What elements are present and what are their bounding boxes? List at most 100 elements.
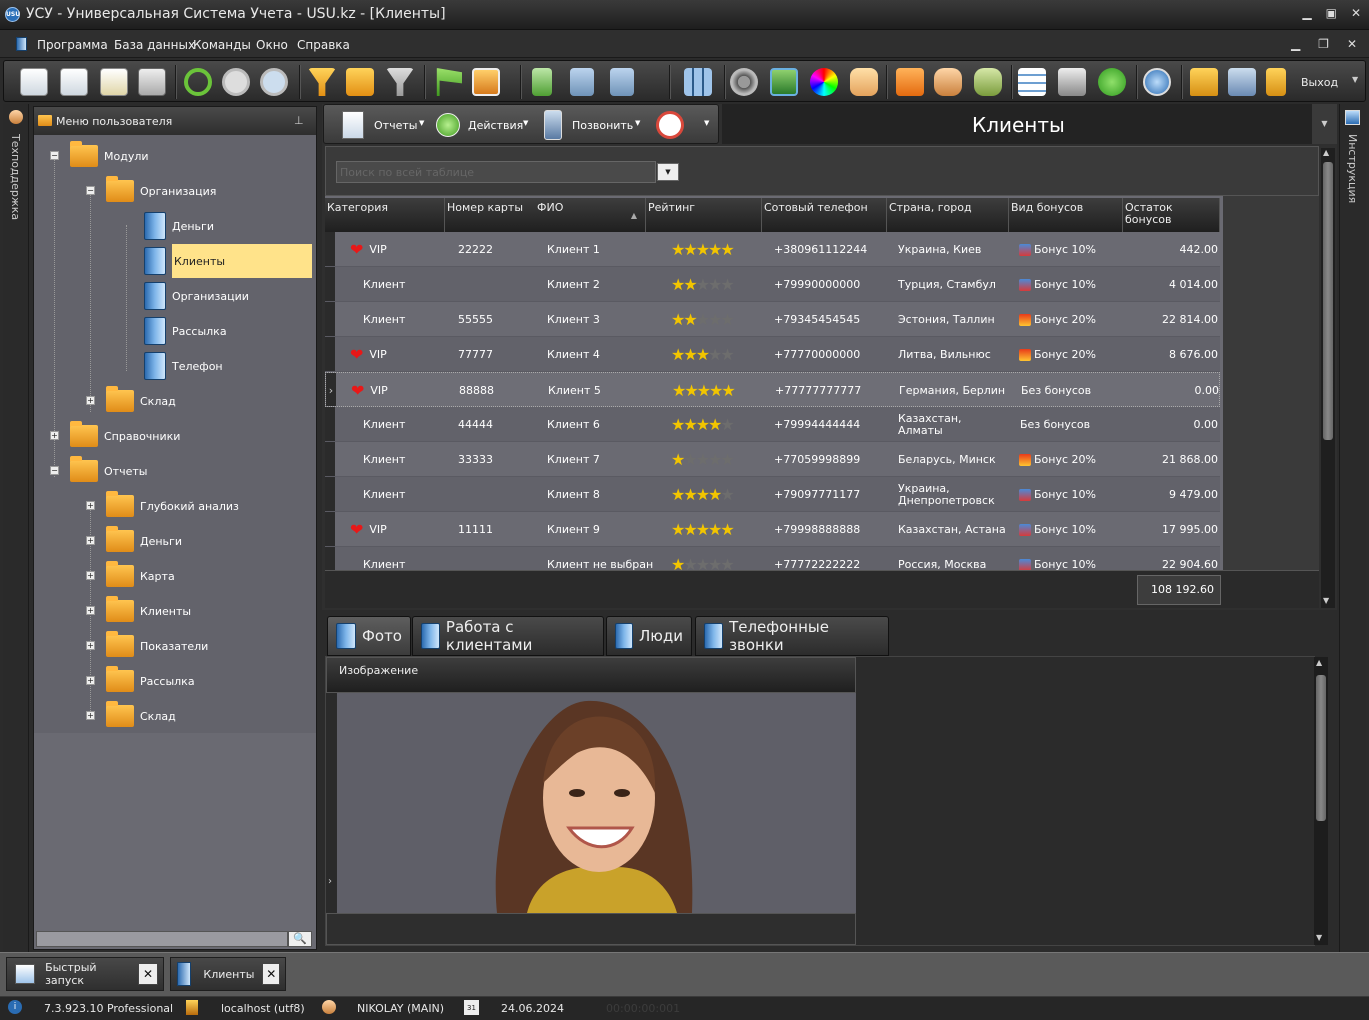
exit-icon[interactable] <box>1266 68 1286 96</box>
tree-expander-icon[interactable]: − <box>50 151 59 160</box>
filter-icon[interactable] <box>308 68 336 96</box>
tree-item[interactable]: Телефон <box>144 349 223 383</box>
tree-expander-icon[interactable]: + <box>86 501 95 510</box>
column-header[interactable]: Рейтинг <box>646 198 762 232</box>
tree-expand-icon[interactable] <box>570 68 594 96</box>
user-icon[interactable] <box>934 68 962 96</box>
row-selector[interactable] <box>325 267 335 301</box>
row-selector[interactable] <box>325 337 335 371</box>
table-search-input[interactable]: Поиск по всей таблице <box>336 161 656 183</box>
grid-view-icon[interactable] <box>684 68 712 96</box>
actions-button[interactable]: Действия <box>468 119 523 132</box>
tree-expander-icon[interactable]: + <box>86 536 95 545</box>
tree-search-icon[interactable]: 🔍 <box>288 931 312 947</box>
tree-item[interactable]: Рассылка <box>106 664 195 698</box>
tree-expander-icon[interactable]: + <box>86 676 95 685</box>
tree-item[interactable]: Организация <box>106 174 216 208</box>
maximize-icon[interactable]: ▣ <box>1326 6 1337 20</box>
menu-help[interactable]: Справка <box>297 38 350 52</box>
tree-item[interactable]: Склад <box>106 699 176 733</box>
tree-item[interactable]: Клиенты <box>106 594 191 628</box>
detail-tab[interactable]: Фото <box>327 616 411 656</box>
taskbar-tab-quick-launch[interactable]: Быстрый запуск ✕ <box>6 957 164 991</box>
search-dropdown-icon[interactable]: ▼ <box>657 163 679 181</box>
refresh-icon[interactable] <box>184 68 212 96</box>
flag-icon[interactable] <box>436 68 462 96</box>
module-menu-icon[interactable]: ▼ <box>1312 104 1337 144</box>
table-row[interactable]: Клиент 55555 Клиент 3 ★ ★ ★ ★ ★ +79345454545 Эсто… <box>325 302 1220 337</box>
column-header[interactable]: Категория <box>325 198 445 232</box>
table-row[interactable]: Клиент 33333 Клиент 7 ★ ★ ★ ★ ★ +77059998899 Бела… <box>325 442 1220 477</box>
rss-icon[interactable] <box>896 68 924 96</box>
scroll-down-icon[interactable]: ▼ <box>1323 596 1329 605</box>
row-selector[interactable] <box>325 547 335 570</box>
print-icon[interactable] <box>1058 68 1086 96</box>
edit-record-icon[interactable] <box>100 68 128 96</box>
tree-item[interactable]: Отчеты <box>70 454 147 488</box>
tree-expander-icon[interactable]: + <box>86 396 95 405</box>
detail-tab[interactable]: Работа с клиентами <box>412 616 604 656</box>
new-record-icon[interactable] <box>20 68 48 96</box>
close-quick-launch-icon[interactable]: ✕ <box>137 963 158 985</box>
table-row[interactable]: Клиент Клиент 2 ★ ★ ★ ★ ★ +79990000000 Турция, С… <box>325 267 1220 302</box>
row-selector[interactable] <box>325 407 335 441</box>
settings-gear-icon[interactable] <box>730 68 758 96</box>
table-row[interactable]: ❤ VIP 77777 Клиент 4 ★ ★ ★ ★ ★ +77770000000 Литва,… <box>325 337 1220 372</box>
search-icon[interactable] <box>222 68 250 96</box>
tree-item[interactable]: Карта <box>106 559 175 593</box>
tree-item[interactable]: Склад <box>106 384 176 418</box>
row-selector[interactable]: › <box>326 373 336 406</box>
tree-item[interactable]: Показатели <box>106 629 208 663</box>
export-arrow-icon[interactable] <box>1098 68 1126 96</box>
support-tab[interactable]: Техподдержка <box>9 134 22 220</box>
column-header[interactable]: Вид бонусов <box>1009 198 1123 232</box>
detail-scroll-down-icon[interactable]: ▼ <box>1316 933 1322 942</box>
scroll-up-icon[interactable]: ▲ <box>1323 148 1329 157</box>
table-row[interactable]: › ❤ VIP 88888 Клиент 5 ★ ★ ★ ★ ★ +77777777777 Герма… <box>325 372 1220 407</box>
menu-program[interactable]: Программа <box>37 38 108 52</box>
tree-item[interactable]: Клиенты <box>144 244 312 278</box>
delete-record-icon[interactable] <box>138 68 166 96</box>
reports-button[interactable]: Отчеты <box>374 119 417 132</box>
table-row[interactable]: Клиент Клиент не выбран ★ ★ ★ ★ ★ +77772222222 Р… <box>325 547 1220 571</box>
tree-expander-icon[interactable]: + <box>86 641 95 650</box>
tree-collapse-icon[interactable] <box>610 68 634 96</box>
tree-expander-icon[interactable]: + <box>50 431 59 440</box>
clear-filter-icon[interactable] <box>386 68 414 96</box>
tree-expander-icon[interactable]: − <box>86 186 95 195</box>
grid-scroll-thumb[interactable] <box>1323 162 1333 440</box>
menu-window[interactable]: Окно <box>256 38 288 52</box>
tree-expander-icon[interactable]: + <box>86 571 95 580</box>
clock-icon[interactable] <box>656 111 684 139</box>
plugin-icon[interactable] <box>1228 68 1256 96</box>
table-row[interactable]: Клиент Клиент 8 ★ ★ ★ ★ ★ +79097771177 Украина, … <box>325 477 1220 512</box>
minimize-icon[interactable]: ▁ <box>1302 6 1311 20</box>
info-icon[interactable] <box>1143 68 1171 96</box>
detail-scroll-up-icon[interactable]: ▲ <box>1316 658 1322 667</box>
detail-tab[interactable]: Люди <box>606 616 692 656</box>
tree-item[interactable]: Глубокий анализ <box>106 489 239 523</box>
grid-scrollbar[interactable]: ▲ ▼ <box>1321 148 1335 608</box>
call-button[interactable]: Позвонить <box>572 119 633 132</box>
tree-expander-icon[interactable]: + <box>86 606 95 615</box>
table-row[interactable]: ❤ VIP 11111 Клиент 9 ★ ★ ★ ★ ★ +79998888888 Казахс… <box>325 512 1220 547</box>
tree-item[interactable]: Организации <box>144 279 249 313</box>
table-row[interactable]: ❤ VIP 22222 Клиент 1 ★ ★ ★ ★ ★ +380961112244 Украи… <box>325 232 1220 267</box>
detail-scroll-thumb[interactable] <box>1316 675 1326 821</box>
menu-database[interactable]: База данных <box>114 38 195 52</box>
image-icon[interactable] <box>472 68 500 96</box>
lock-icon[interactable] <box>1190 68 1218 96</box>
row-selector[interactable] <box>325 477 335 511</box>
users-group-icon[interactable] <box>974 68 1002 96</box>
column-header[interactable]: Сотовый телефон <box>762 198 887 232</box>
tree-expander-icon[interactable]: + <box>86 711 95 720</box>
advanced-search-icon[interactable] <box>260 68 288 96</box>
mdi-restore-icon[interactable]: ❐ <box>1318 37 1329 51</box>
call-dropdown-icon[interactable]: ▼ <box>635 119 640 127</box>
map-icon[interactable] <box>770 68 798 96</box>
column-header[interactable]: Остаток бонусов <box>1123 198 1220 232</box>
menu-commands[interactable]: Команды <box>193 38 251 52</box>
tree-expander-icon[interactable]: − <box>50 466 59 475</box>
mdi-minimize-icon[interactable]: ▁ <box>1291 37 1300 51</box>
tree-item[interactable]: Справочники <box>70 419 180 453</box>
